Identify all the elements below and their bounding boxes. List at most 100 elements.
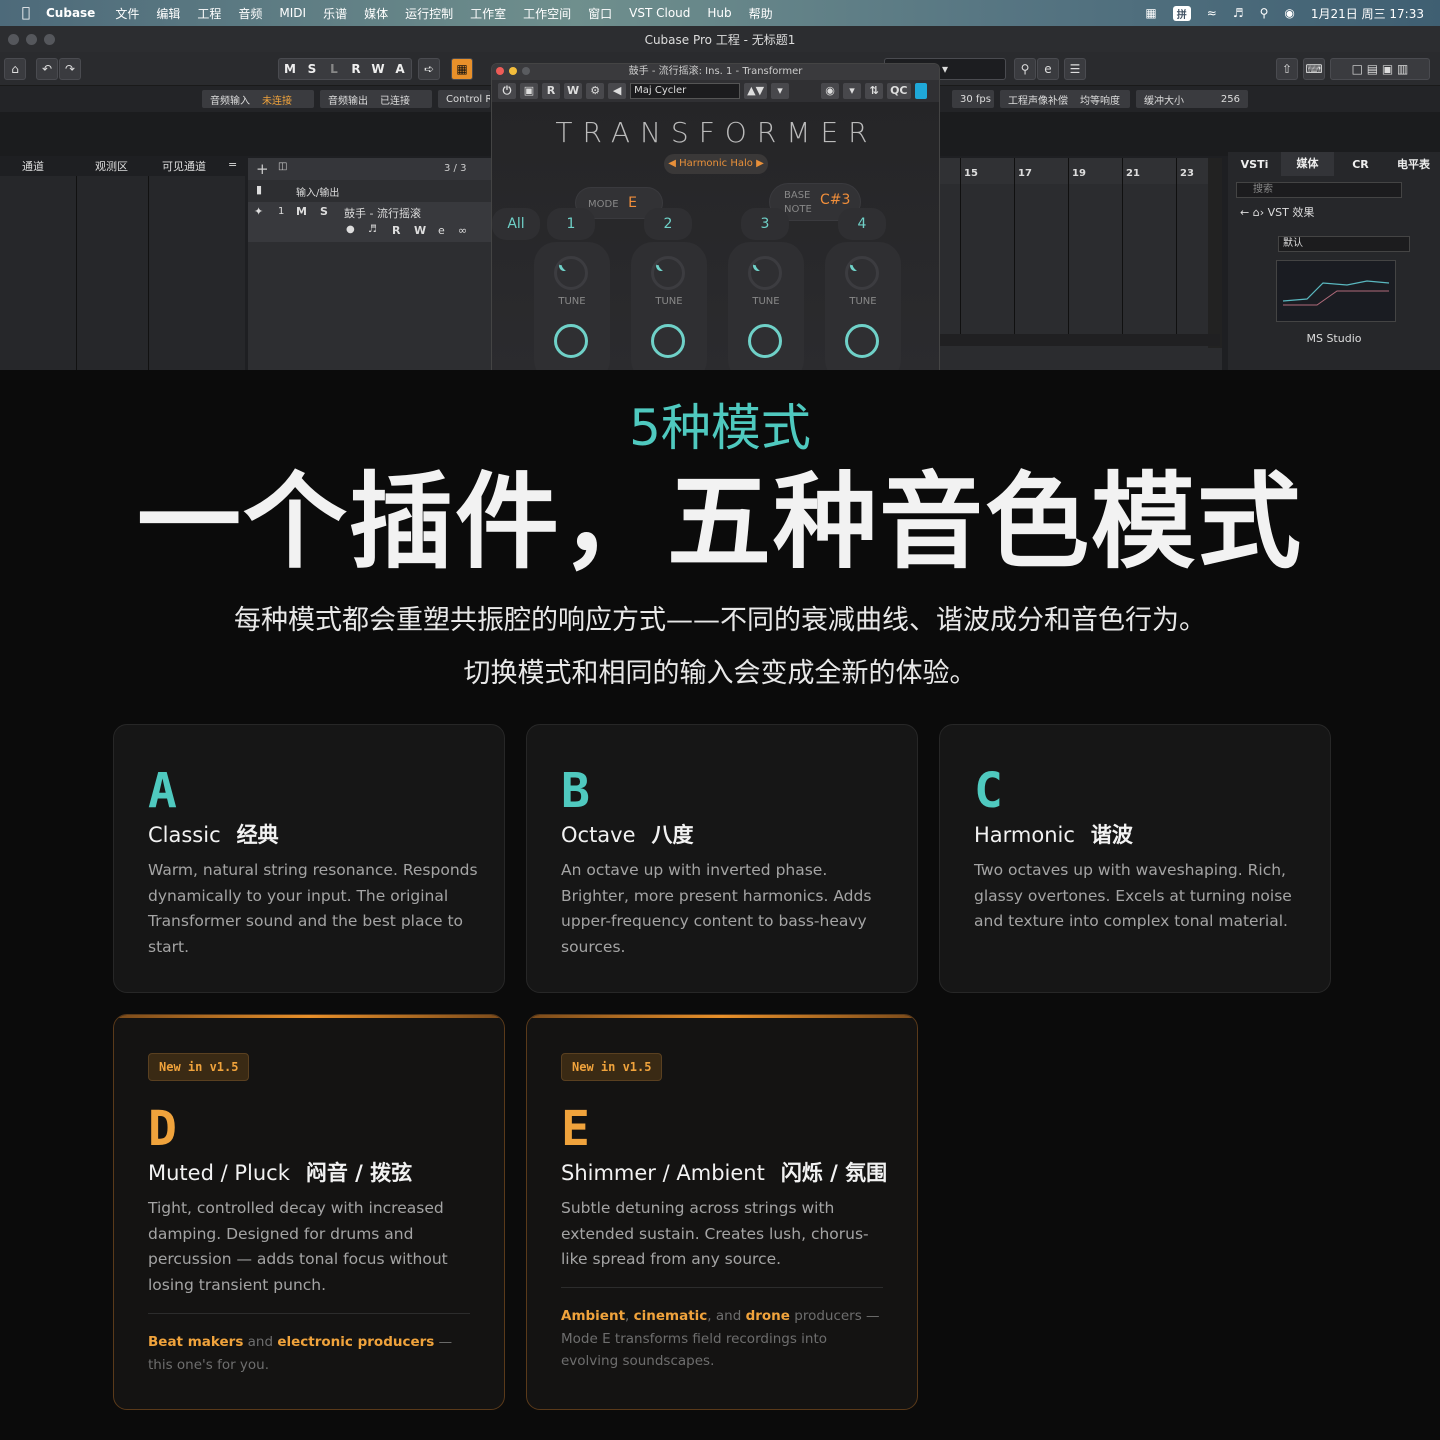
track-name[interactable]: 鼓手 - 流行摇滚 [344, 205, 421, 221]
camera-icon[interactable]: ◉ [821, 83, 840, 99]
track-row[interactable]: ✦ 1 M S 鼓手 - 流行摇滚 ● ♬ R W e ∞ [248, 202, 493, 242]
edit-instrument-icon[interactable]: e [438, 224, 445, 237]
preset-select[interactable]: 默认 [1278, 236, 1410, 252]
tab-channel[interactable]: 通道 [22, 156, 62, 176]
menu-audio[interactable]: 音频 [238, 5, 262, 22]
automation-button[interactable]: A [389, 59, 411, 79]
tab-menu[interactable]: = [228, 156, 240, 173]
record-icon[interactable]: ● [346, 224, 355, 235]
tab-vsti[interactable]: VSTi [1228, 158, 1281, 171]
window-controls[interactable] [8, 34, 55, 45]
back-icon[interactable]: ◀ [608, 83, 627, 99]
wifi-icon[interactable]: ≈ [1207, 6, 1217, 20]
link-icon[interactable]: ∞ [458, 224, 467, 237]
level-knob-2[interactable] [651, 324, 685, 358]
read-button[interactable]: R [345, 59, 367, 79]
align-icon[interactable]: ☰ [1064, 58, 1086, 80]
options-icon[interactable]: ▾ [843, 83, 862, 99]
volume-icon[interactable]: ♬ [1233, 6, 1244, 20]
menu-midi[interactable]: MIDI [279, 6, 306, 20]
level-knob-1[interactable] [554, 324, 588, 358]
fps-status[interactable]: 30 fps [952, 90, 994, 108]
tune-knob-4[interactable] [845, 256, 879, 290]
control-room-status[interactable]: Control Ro [438, 90, 490, 108]
menu-vst-cloud[interactable]: VST Cloud [629, 6, 690, 20]
tune-knob-2[interactable] [651, 256, 685, 290]
bypass-icon[interactable]: ▣ [520, 83, 538, 99]
tune-knob-1[interactable] [554, 256, 588, 290]
edit-icon[interactable]: e [1037, 58, 1059, 80]
menu-hub[interactable]: Hub [707, 6, 731, 20]
string-tab-2[interactable]: 2 [644, 208, 692, 240]
power-icon[interactable]: ⏻ [498, 83, 516, 99]
menu-window[interactable]: 窗口 [588, 5, 612, 22]
grid-icon[interactable]: ▦ [1145, 6, 1156, 20]
listen-button[interactable]: L [323, 59, 345, 79]
home-icon[interactable]: ⌂ [4, 58, 26, 80]
menu-app[interactable]: Cubase [46, 6, 95, 20]
latency-status[interactable]: 工程声像补偿 均等响度 [1000, 90, 1130, 108]
media-breadcrumb[interactable]: ← ⌂› VST 效果 [1240, 204, 1314, 220]
zoom-icon[interactable]: ⚲ [1014, 58, 1036, 80]
settings-icon[interactable]: ⚙ [586, 83, 605, 99]
level-knob-4[interactable] [845, 324, 879, 358]
sidechain-icon[interactable]: ⇅ [865, 83, 884, 99]
menu-score[interactable]: 乐谱 [323, 5, 347, 22]
menu-help[interactable]: 帮助 [749, 5, 773, 22]
tune-knob-3[interactable] [748, 256, 782, 290]
string-tab-1[interactable]: 1 [547, 208, 595, 240]
device-thumbnail[interactable] [1276, 260, 1396, 322]
algorithm-selector[interactable]: ◀ Harmonic Halo ▶ [664, 154, 768, 174]
add-track-icon[interactable]: + [256, 160, 269, 178]
tab-inspector[interactable]: 观测区 [95, 156, 145, 176]
snap-icon[interactable]: ▦ [451, 58, 473, 80]
buffer-status[interactable]: 缓冲大小 256 [1136, 90, 1248, 108]
clock[interactable]: 1月21日 周三 17:33 [1311, 5, 1424, 22]
apple-icon[interactable]:  [18, 5, 34, 21]
track-write[interactable]: W [414, 224, 426, 237]
preset-nav-icon[interactable]: ▲▼ [744, 83, 768, 99]
export-icon[interactable]: ⇧ [1276, 58, 1298, 80]
media-search-input[interactable]: 搜索 [1236, 182, 1402, 198]
tab-media[interactable]: 媒体 [1281, 152, 1334, 176]
ime-indicator[interactable]: 拼 [1172, 5, 1191, 21]
monitor-icon[interactable]: ♬ [368, 224, 377, 235]
menu-project[interactable]: 工程 [197, 5, 221, 22]
audio-output-status[interactable]: 音频输出 已连接 [320, 90, 432, 108]
menu-studio[interactable]: 工作室 [470, 5, 506, 22]
string-tab-all[interactable]: All [492, 208, 540, 240]
quick-controls-button[interactable]: QC [887, 83, 911, 99]
undo-icon[interactable]: ↶ [36, 58, 58, 80]
folder-icon[interactable]: ◫ [278, 161, 287, 172]
menu-edit[interactable]: 编辑 [156, 5, 180, 22]
folder-track[interactable]: ▮ 输入/输出 [248, 182, 493, 200]
plugin-preset-field[interactable]: Maj Cycler [630, 83, 741, 99]
plugin-window-controls[interactable] [496, 67, 530, 75]
vertical-scrollbar[interactable] [1208, 158, 1222, 348]
preset-menu-icon[interactable]: ▾ [771, 83, 790, 99]
tab-visibility[interactable]: 可见通道 [162, 156, 222, 176]
audio-input-status[interactable]: 音频输入 未连接 [202, 90, 314, 108]
tab-cr[interactable]: CR [1334, 158, 1387, 171]
horizontal-scrollbar[interactable] [940, 334, 1220, 346]
menu-workspaces[interactable]: 工作空间 [523, 5, 571, 22]
layout-icons[interactable]: □ ▤ ▣ ▥ [1330, 58, 1430, 80]
autoscroll-icon[interactable]: ➪ [418, 58, 440, 80]
track-solo[interactable]: S [320, 205, 328, 218]
level-knob-3[interactable] [748, 324, 782, 358]
timeline-ruler[interactable]: 15 17 19 21 23 [940, 158, 1222, 184]
redo-icon[interactable]: ↷ [59, 58, 81, 80]
search-icon[interactable]: ⚲ [1260, 6, 1269, 20]
control-center-icon[interactable]: ◉ [1284, 6, 1294, 20]
keyboard-icon[interactable]: ⌨ [1303, 58, 1325, 80]
plugin-write-button[interactable]: W [564, 83, 583, 99]
tab-meter[interactable]: 电平表 [1387, 156, 1440, 172]
string-tab-4[interactable]: 4 [838, 208, 886, 240]
plugin-color-icon[interactable] [914, 83, 927, 99]
menu-media[interactable]: 媒体 [364, 5, 388, 22]
menu-transport[interactable]: 运行控制 [405, 5, 453, 22]
track-mute[interactable]: M [296, 205, 307, 218]
menu-file[interactable]: 文件 [115, 5, 139, 22]
string-tab-3[interactable]: 3 [741, 208, 789, 240]
write-button[interactable]: W [367, 59, 389, 79]
